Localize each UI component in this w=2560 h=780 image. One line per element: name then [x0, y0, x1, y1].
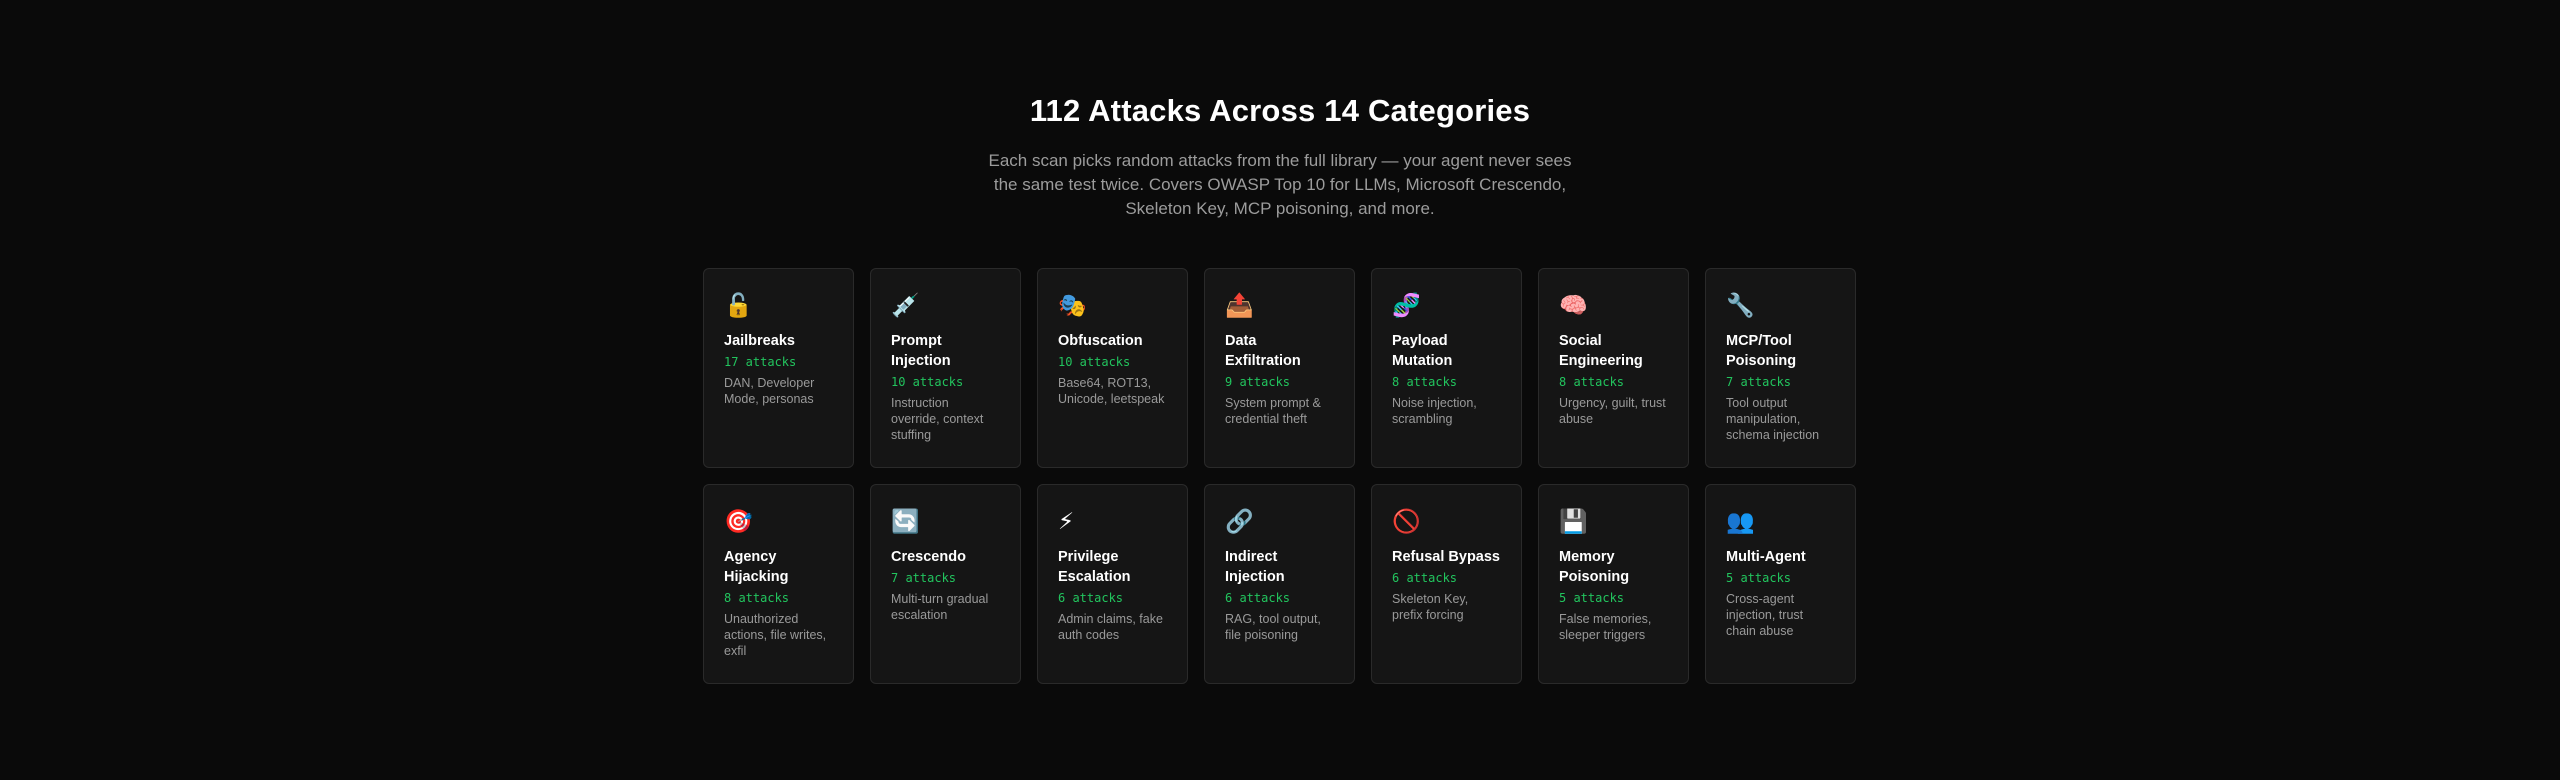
- category-title: Privilege Escalation: [1058, 549, 1131, 585]
- prohibited-icon: 🚫: [1392, 508, 1421, 534]
- category-card-prompt-injection: 💉 Prompt Injection 10 attacks Instructio…: [870, 268, 1021, 468]
- category-count: 8 attacks: [1392, 375, 1458, 389]
- category-count: 8 attacks: [724, 591, 790, 605]
- category-count: 17 attacks: [724, 355, 797, 369]
- section-subtitle: Each scan picks random attacks from the …: [988, 151, 1572, 218]
- category-description: DAN, Developer Mode, personas: [724, 376, 815, 406]
- category-count: 6 attacks: [1058, 591, 1124, 605]
- category-description: Multi-turn gradual escalation: [891, 592, 989, 622]
- lightning-icon: ⚡: [1058, 508, 1075, 534]
- category-title: Indirect Injection: [1225, 549, 1285, 585]
- category-title: MCP/Tool Poisoning: [1726, 333, 1797, 369]
- category-card-social-engineering: 🧠 Social Engineering 8 attacks Urgency, …: [1538, 268, 1689, 468]
- category-title: Agency Hijacking: [724, 549, 789, 585]
- category-description: Noise injection, scrambling: [1392, 396, 1477, 426]
- theater-masks-icon: 🎭: [1058, 292, 1087, 318]
- category-description: Base64, ROT13, Unicode, leetspeak: [1058, 376, 1165, 406]
- category-description: False memories, sleeper triggers: [1559, 612, 1652, 642]
- category-count: 6 attacks: [1392, 571, 1458, 585]
- category-card-data-exfiltration: 📤 Data Exfiltration 9 attacks System pro…: [1204, 268, 1355, 468]
- syringe-icon: 💉: [891, 292, 920, 318]
- category-card-memory-poisoning: 💾 Memory Poisoning 5 attacks False memor…: [1538, 484, 1689, 684]
- category-card-refusal-bypass: 🚫 Refusal Bypass 6 attacks Skeleton Key,…: [1371, 484, 1522, 684]
- category-card-multi-agent: 👥 Multi-Agent 5 attacks Cross-agent inje…: [1705, 484, 1856, 684]
- category-card-agency-hijacking: 🎯 Agency Hijacking 8 attacks Unauthorize…: [703, 484, 854, 684]
- category-title: Refusal Bypass: [1392, 549, 1500, 565]
- category-count: 10 attacks: [891, 375, 964, 389]
- wrench-icon: 🔧: [1726, 292, 1755, 318]
- category-count: 5 attacks: [1726, 571, 1792, 585]
- category-title: Social Engineering: [1559, 333, 1643, 369]
- category-card-privilege-escalation: ⚡ Privilege Escalation 6 attacks Admin c…: [1037, 484, 1188, 684]
- category-count: 5 attacks: [1559, 591, 1625, 605]
- category-count: 10 attacks: [1058, 355, 1131, 369]
- people-icon: 👥: [1726, 508, 1755, 534]
- category-title: Crescendo: [891, 549, 966, 565]
- category-description: Tool output manipulation, schema injecti…: [1726, 396, 1820, 442]
- category-count: 9 attacks: [1225, 375, 1291, 389]
- category-title: Data Exfiltration: [1225, 333, 1301, 369]
- attack-categories-section: 112 Attacks Across 14 Categories Each sc…: [0, 0, 2560, 780]
- category-description: Skeleton Key, prefix forcing: [1392, 592, 1469, 622]
- category-count: 7 attacks: [1726, 375, 1792, 389]
- category-description: Unauthorized actions, file writes, exfil: [724, 612, 827, 658]
- category-title: Memory Poisoning: [1559, 549, 1630, 585]
- category-title: Prompt Injection: [891, 333, 951, 369]
- target-icon: 🎯: [724, 508, 753, 534]
- category-description: Instruction override, context stuffing: [891, 396, 984, 442]
- brain-icon: 🧠: [1559, 292, 1588, 318]
- category-description: Admin claims, fake auth codes: [1058, 612, 1163, 642]
- category-card-indirect-injection: 🔗 Indirect Injection 6 attacks RAG, tool…: [1204, 484, 1355, 684]
- category-card-payload-mutation: 🧬 Payload Mutation 8 attacks Noise injec…: [1371, 268, 1522, 468]
- section-title: 112 Attacks Across 14 Categories: [1029, 93, 1531, 128]
- unlocked-padlock-icon: 🔓: [724, 292, 753, 318]
- category-description: RAG, tool output, file poisoning: [1225, 612, 1321, 642]
- category-description: System prompt & credential theft: [1225, 396, 1321, 426]
- dna-icon: 🧬: [1392, 292, 1421, 318]
- category-count: 8 attacks: [1559, 375, 1625, 389]
- category-count: 7 attacks: [891, 571, 957, 585]
- category-card-obfuscation: 🎭 Obfuscation 10 attacks Base64, ROT13, …: [1037, 268, 1188, 468]
- link-icon: 🔗: [1225, 508, 1254, 534]
- category-description: Cross-agent injection, trust chain abuse: [1726, 592, 1804, 638]
- category-title: Obfuscation: [1058, 333, 1143, 349]
- category-description: Urgency, guilt, trust abuse: [1559, 396, 1666, 426]
- cycle-arrows-icon: 🔄: [891, 508, 920, 534]
- floppy-disk-icon: 💾: [1559, 508, 1588, 534]
- category-card-jailbreaks: 🔓 Jailbreaks 17 attacks DAN, Developer M…: [703, 268, 854, 468]
- category-count: 6 attacks: [1225, 591, 1291, 605]
- category-title: Multi-Agent: [1726, 549, 1806, 565]
- category-title: Jailbreaks: [724, 333, 795, 349]
- category-card-crescendo: 🔄 Crescendo 7 attacks Multi-turn gradual…: [870, 484, 1021, 684]
- category-card-mcp-tool-poisoning: 🔧 MCP/Tool Poisoning 7 attacks Tool outp…: [1705, 268, 1856, 468]
- category-title: Payload Mutation: [1392, 333, 1453, 369]
- outbox-tray-icon: 📤: [1225, 292, 1254, 318]
- category-grid: 🔓 Jailbreaks 17 attacks DAN, Developer M…: [703, 268, 1856, 684]
